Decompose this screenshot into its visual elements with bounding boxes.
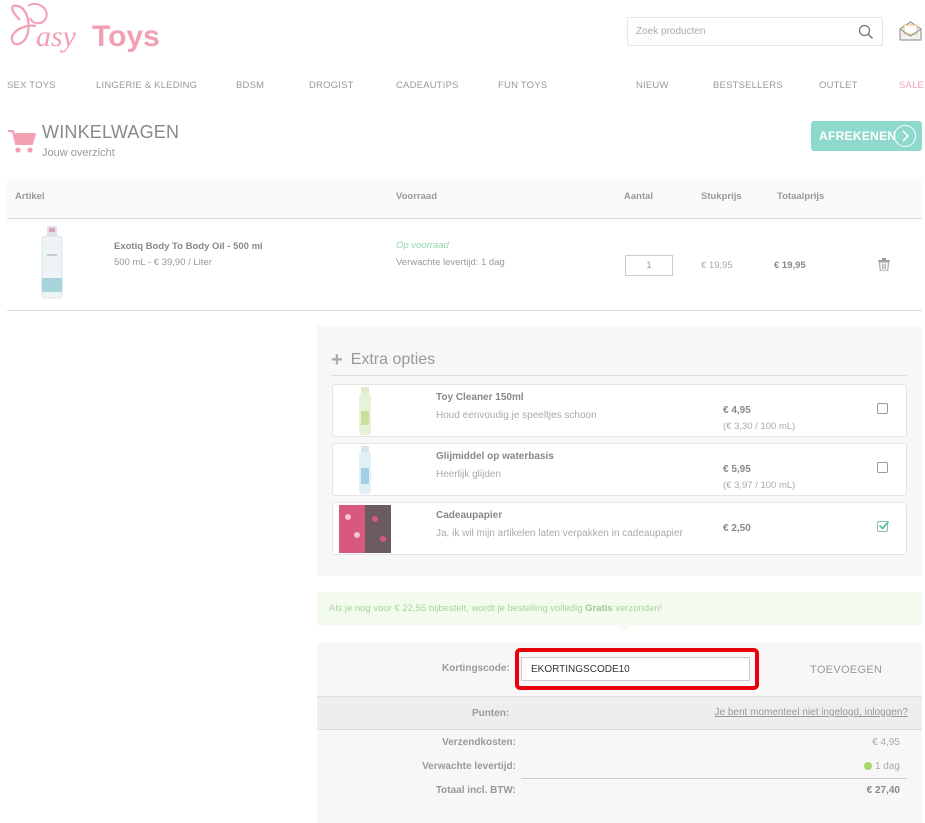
search-icon[interactable] — [858, 24, 874, 40]
delivery-time: Verwachte levertijd: 1 dag — [396, 257, 505, 268]
toy-cleaner-image — [359, 387, 371, 435]
option-name: Cadeaupapier — [436, 510, 503, 521]
mail-icon[interactable] — [898, 20, 923, 42]
trash-icon[interactable] — [878, 258, 890, 271]
option-desc: Ja, ik wil mijn artikelen laten verpakke… — [436, 528, 683, 539]
col-unit-price: Stukprijs — [701, 191, 742, 202]
product-bottle-image[interactable] — [39, 226, 65, 300]
cart-table-header: Artikel Voorraad Aantal Stukprijs Totaal… — [7, 179, 922, 219]
quantity-input[interactable]: 1 — [625, 255, 673, 276]
option-checkbox[interactable] — [877, 462, 888, 473]
option-price: € 2,50 — [723, 523, 751, 534]
divider — [331, 375, 907, 376]
nav-bestsellers[interactable]: BESTSELLERS — [713, 80, 783, 91]
nav-cadeautips[interactable]: CADEAUTIPS — [396, 80, 459, 91]
option-price: € 4,95 — [723, 405, 751, 416]
option-price: € 5,95 — [723, 464, 751, 475]
shipping-label: Verzendkosten: — [442, 737, 516, 748]
col-total-price: Totaalprijs — [777, 191, 825, 202]
gift-wrap-image — [339, 505, 391, 553]
free-shipping-notice: Als je nog voor € 22,55 bijbestelt, word… — [317, 592, 922, 625]
shipping-value: € 4,95 — [872, 737, 900, 748]
main-nav: SEX TOYS LINGERIE & KLEDING BDSM DROGIST… — [0, 80, 925, 96]
option-checkbox-checked[interactable] — [877, 520, 889, 532]
cart-item-row: Exotiq Body To Body Oil - 500 ml 500 mL … — [7, 220, 922, 311]
option-unit-price: (€ 3,97 / 100 mL) — [723, 480, 796, 491]
status-dot-icon — [863, 762, 872, 770]
coupon-label: Kortingscode: — [442, 663, 510, 674]
page-title: WINKELWAGEN — [42, 122, 180, 142]
svg-text:Toys: Toys — [92, 20, 160, 53]
points-label: Punten: — [472, 708, 510, 719]
option-desc: Houd eenvoudig je speeltjes schoon — [436, 410, 597, 421]
checkout-label: AFREKENEN — [819, 129, 897, 143]
option-toy-cleaner[interactable]: Toy Cleaner 150ml Houd eenvoudig je spee… — [332, 384, 907, 437]
option-unit-price: (€ 3,30 / 100 mL) — [723, 421, 796, 432]
product-subtitle: 500 mL - € 39,90 / Liter — [114, 257, 212, 268]
delivery-row: Verwachte levertijd: 1 dag — [317, 761, 922, 783]
stock-status: Op voorraad — [396, 240, 449, 251]
points-row: Punten: Je bent momenteel niet ingelogd,… — [317, 696, 922, 730]
notice-arrow — [619, 625, 631, 631]
option-checkbox[interactable] — [877, 403, 888, 414]
nav-outlet[interactable]: OUTLET — [819, 80, 858, 91]
easytoys-logo[interactable]: asy Toys — [6, 2, 176, 54]
shipping-row: Verzendkosten: € 4,95 — [317, 737, 922, 759]
coupon-highlight-box — [515, 648, 759, 690]
col-article: Artikel — [15, 191, 45, 202]
checkout-button[interactable]: AFREKENEN — [811, 121, 922, 151]
total-label: Totaal incl. BTW: — [435, 785, 516, 796]
nav-nieuw[interactable]: NIEUW — [636, 80, 669, 91]
option-name: Toy Cleaner 150ml — [436, 392, 524, 403]
unit-price: € 19,95 — [701, 260, 733, 271]
product-name[interactable]: Exotiq Body To Body Oil - 500 ml — [114, 241, 263, 252]
nav-sex-toys[interactable]: SEX TOYS — [7, 80, 56, 91]
search-input[interactable] — [628, 18, 838, 45]
login-link[interactable]: Je bent momenteel niet ingelogd, inlogge… — [715, 707, 908, 718]
total-row: Totaal incl. BTW: € 27,40 — [317, 785, 922, 807]
col-stock: Voorraad — [396, 191, 438, 202]
free-shipping-text: Als je nog voor € 22,55 bijbestelt, word… — [329, 603, 663, 614]
totals-divider — [521, 778, 907, 779]
check-icon — [878, 520, 889, 530]
nav-sale[interactable]: SALE — [899, 80, 924, 91]
extras-heading[interactable]: + Extra opties — [331, 349, 435, 372]
option-cadeaupapier[interactable]: Cadeaupapier Ja, ik wil mijn artikelen l… — [332, 502, 907, 555]
search-box[interactable] — [627, 17, 883, 46]
extras-heading-label: Extra opties — [350, 351, 436, 368]
extra-options-panel: + Extra opties Toy Cleaner 150ml Houd een… — [317, 326, 922, 576]
chevron-right-icon — [894, 125, 916, 147]
total-price: € 19,95 — [774, 260, 806, 271]
plus-icon: + — [331, 349, 343, 371]
coupon-add-button[interactable]: TOEVOEGEN — [810, 664, 882, 676]
glijmiddel-image — [359, 446, 371, 494]
nav-lingerie[interactable]: LINGERIE & KLEDING — [96, 80, 197, 91]
page-subtitle: Jouw overzicht — [42, 147, 115, 159]
svg-text:asy: asy — [36, 20, 77, 53]
total-value: € 27,40 — [866, 785, 900, 796]
option-desc: Heerlijk glijden — [436, 469, 502, 480]
delivery-label: Verwachte levertijd: — [422, 761, 516, 772]
nav-bdsm[interactable]: BDSM — [236, 80, 264, 91]
option-glijmiddel[interactable]: Glijmiddel op waterbasis Heerlijk glijde… — [332, 443, 907, 496]
delivery-value: 1 dag — [863, 761, 900, 772]
nav-fun-toys[interactable]: FUN TOYS — [498, 80, 547, 91]
col-qty: Aantal — [624, 191, 654, 202]
cart-icon — [8, 130, 36, 153]
option-name: Glijmiddel op waterbasis — [436, 451, 554, 462]
nav-drogist[interactable]: DROGIST — [309, 80, 354, 91]
